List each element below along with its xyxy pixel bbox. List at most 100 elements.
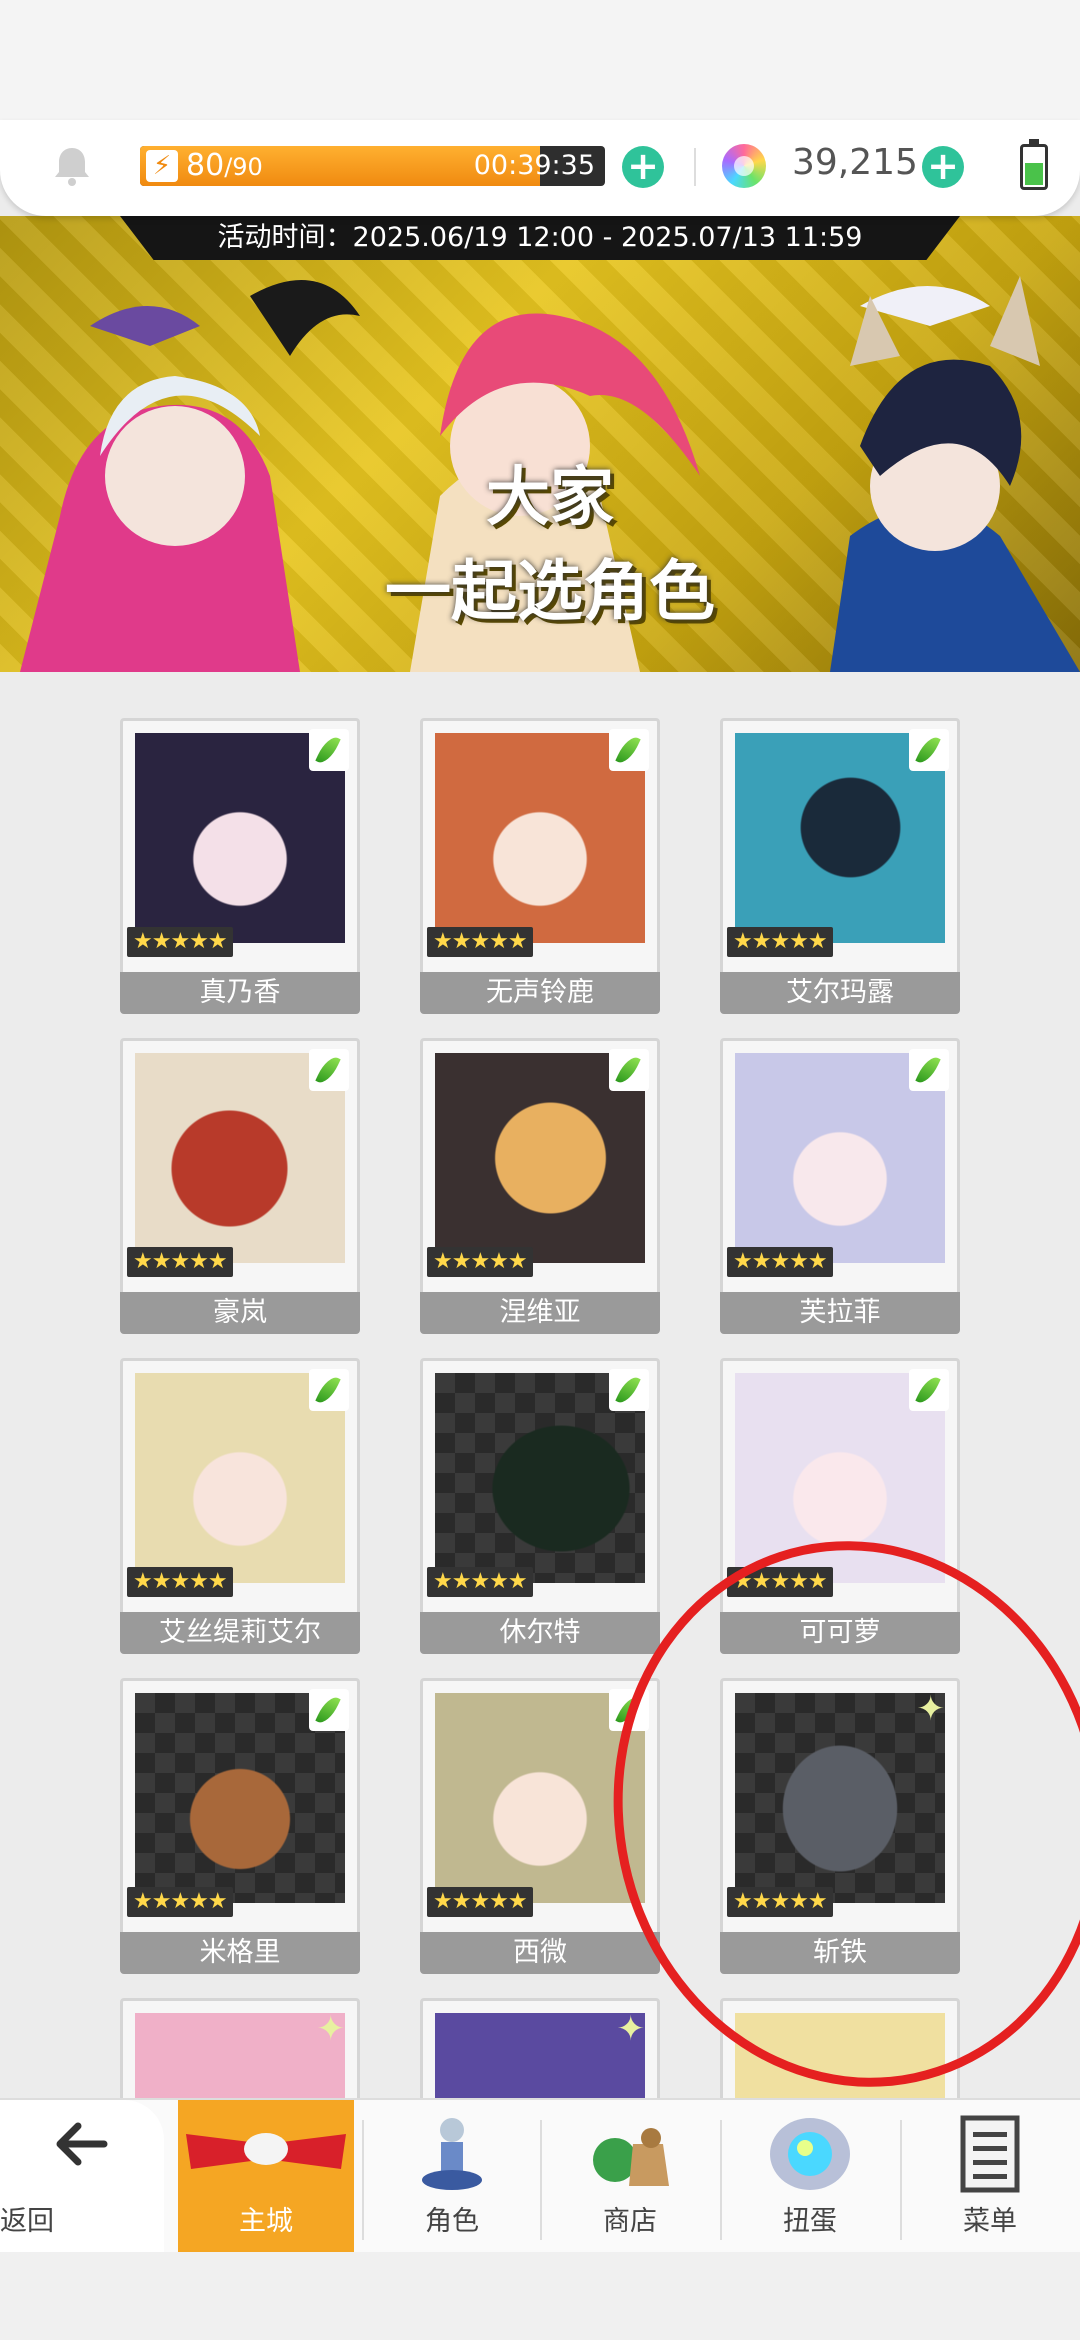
star-rating: ★★★★★ bbox=[427, 1567, 533, 1597]
arrow-left-icon bbox=[56, 2122, 108, 2166]
character-portrait bbox=[720, 1998, 960, 2098]
system-nav-area bbox=[0, 2250, 1080, 2340]
star-rating: ★★★★★ bbox=[727, 927, 833, 957]
character-portrait: ★★★★★ bbox=[120, 1678, 360, 1936]
character-portrait: ✦ bbox=[420, 1998, 660, 2098]
character-icon bbox=[422, 2118, 482, 2190]
resource-bar: ⚡ 80/90 00:39:35 + 39,215 + bbox=[0, 120, 1080, 216]
nav-label: 扭蛋 bbox=[783, 2206, 837, 2237]
bell-icon[interactable] bbox=[50, 144, 94, 188]
nav-label: 菜单 bbox=[963, 2206, 1017, 2237]
character-image bbox=[735, 1693, 945, 1903]
star-rating: ★★★★★ bbox=[727, 1887, 833, 1917]
nav-menu[interactable]: 菜单 bbox=[902, 2100, 1078, 2252]
character-card[interactable]: ★★★★★ 艾尔玛露 bbox=[720, 718, 960, 1018]
event-banner[interactable]: 活动时间：2025.06/19 12:00 - 2025.07/13 11:59… bbox=[0, 216, 1080, 672]
character-name: 涅维亚 bbox=[420, 1292, 660, 1334]
main-city-icon bbox=[186, 2133, 346, 2169]
star-rating: ★★★★★ bbox=[727, 1567, 833, 1597]
top-blank-area bbox=[0, 0, 1080, 120]
character-card[interactable]: ★★★★★ 真乃香 bbox=[120, 718, 360, 1018]
leaf-icon bbox=[609, 729, 649, 771]
character-image bbox=[435, 2013, 645, 2098]
leaf-icon bbox=[609, 1369, 649, 1411]
menu-list-icon bbox=[960, 2115, 1020, 2193]
character-card[interactable]: ✦ bbox=[420, 1998, 660, 2098]
character-portrait: ★★★★★ bbox=[720, 1038, 960, 1296]
stamina-value: 80/90 bbox=[186, 148, 263, 183]
character-portrait: ★★★★★ bbox=[720, 718, 960, 976]
shop-bag-icon bbox=[593, 2128, 669, 2186]
nav-characters[interactable]: 角色 bbox=[364, 2100, 540, 2252]
nav-label: 商店 bbox=[603, 2206, 657, 2237]
divider bbox=[694, 148, 696, 186]
star-rating: ★★★★★ bbox=[727, 1247, 833, 1277]
leaf-icon bbox=[609, 1049, 649, 1091]
leaf-icon bbox=[309, 1049, 349, 1091]
character-card[interactable]: ★★★★★ 西微 bbox=[420, 1678, 660, 1978]
gem-count: 39,215 bbox=[792, 142, 918, 183]
nav-main-city[interactable]: 主城 bbox=[178, 2100, 354, 2252]
nav-label: 角色 bbox=[425, 2206, 479, 2237]
nav-shop[interactable]: 商店 bbox=[542, 2100, 718, 2252]
star-rating: ★★★★★ bbox=[127, 1567, 233, 1597]
lightning-icon: ⚡ bbox=[146, 150, 178, 182]
star-rating: ★★★★★ bbox=[127, 1887, 233, 1917]
nav-label: 主城 bbox=[239, 2206, 293, 2237]
character-image bbox=[135, 2013, 345, 2098]
character-portrait: ★★★★★ bbox=[120, 718, 360, 976]
character-portrait: ★★★★★ bbox=[420, 1358, 660, 1616]
character-card[interactable]: ★★★★★ 可可萝 bbox=[720, 1358, 960, 1658]
character-image bbox=[735, 2013, 945, 2098]
character-card[interactable] bbox=[720, 1998, 960, 2098]
leaf-icon bbox=[309, 1689, 349, 1731]
add-gems-button[interactable]: + bbox=[922, 146, 964, 188]
star-rating: ★★★★★ bbox=[427, 1247, 533, 1277]
character-grid: ★★★★★ 真乃香 ★★★★★ 无声铃鹿 ★★★★★ 艾尔玛露 ★★★★★ 豪岚 bbox=[0, 672, 1080, 2098]
leaf-icon bbox=[909, 1049, 949, 1091]
add-stamina-button[interactable]: + bbox=[622, 146, 664, 188]
sparkle-icon: ✦ bbox=[616, 2009, 646, 2049]
leaf-icon bbox=[909, 729, 949, 771]
gem-icon bbox=[722, 144, 766, 188]
character-portrait: ★★★★★ bbox=[420, 1038, 660, 1296]
character-card[interactable]: ★★★★★ 休尔特 bbox=[420, 1358, 660, 1658]
leaf-icon bbox=[309, 1369, 349, 1411]
gacha-orb-icon bbox=[770, 2118, 850, 2190]
character-name: 艾尔玛露 bbox=[720, 972, 960, 1014]
star-rating: ★★★★★ bbox=[427, 1887, 533, 1917]
battery-icon bbox=[1020, 139, 1048, 190]
character-portrait: ★★★★★ bbox=[420, 1678, 660, 1936]
character-portrait: ★★★★★ bbox=[720, 1358, 960, 1616]
character-name: 豪岚 bbox=[120, 1292, 360, 1334]
character-name: 可可萝 bbox=[720, 1612, 960, 1654]
character-portrait: ★★★★★ bbox=[420, 718, 660, 976]
character-name: 艾丝缇莉艾尔 bbox=[120, 1612, 360, 1654]
character-card[interactable]: ★★★★★ 艾丝缇莉艾尔 bbox=[120, 1358, 360, 1658]
character-name: 芙拉菲 bbox=[720, 1292, 960, 1334]
nav-gacha[interactable]: 扭蛋 bbox=[722, 2100, 898, 2252]
character-portrait: ★★★★★ bbox=[120, 1358, 360, 1616]
character-name: 斩铁 bbox=[720, 1932, 960, 1974]
back-button[interactable]: 返回 bbox=[0, 2100, 164, 2252]
leaf-icon bbox=[609, 1689, 649, 1731]
character-name: 休尔特 bbox=[420, 1612, 660, 1654]
character-name: 无声铃鹿 bbox=[420, 972, 660, 1014]
character-portrait: ✦ bbox=[120, 1998, 360, 2098]
stamina-bar: ⚡ 80/90 00:39:35 bbox=[140, 146, 605, 186]
character-name: 米格里 bbox=[120, 1932, 360, 1974]
character-card[interactable]: ★★★★★ 无声铃鹿 bbox=[420, 718, 660, 1018]
banner-title: 大家 一起选角色 bbox=[385, 461, 715, 630]
character-name: 真乃香 bbox=[120, 972, 360, 1014]
character-portrait: ✦ ★★★★★ bbox=[720, 1678, 960, 1936]
character-card[interactable]: ★★★★★ 芙拉菲 bbox=[720, 1038, 960, 1338]
character-card[interactable]: ✦ bbox=[120, 1998, 360, 2098]
character-card[interactable]: ✦ ★★★★★ 斩铁 bbox=[720, 1678, 960, 1978]
bottom-navigation: 返回 主城 角色 商店 扭蛋 菜单 bbox=[0, 2098, 1080, 2252]
star-rating: ★★★★★ bbox=[127, 1247, 233, 1277]
sparkle-icon: ✦ bbox=[916, 1689, 946, 1729]
character-portrait: ★★★★★ bbox=[120, 1038, 360, 1296]
character-card[interactable]: ★★★★★ 豪岚 bbox=[120, 1038, 360, 1338]
character-card[interactable]: ★★★★★ 涅维亚 bbox=[420, 1038, 660, 1338]
character-card[interactable]: ★★★★★ 米格里 bbox=[120, 1678, 360, 1978]
